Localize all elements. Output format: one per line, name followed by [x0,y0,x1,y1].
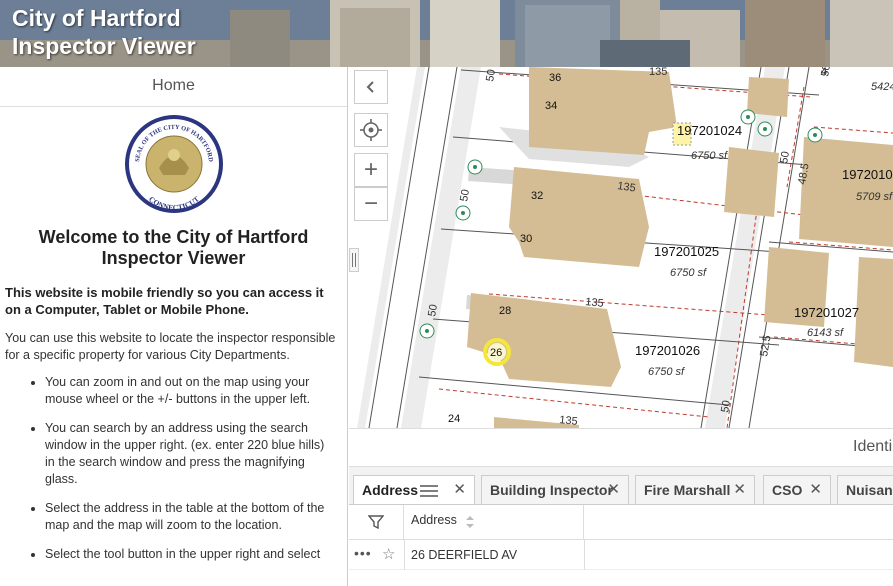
welcome-heading: Welcome to the City of Hartford Inspecto… [10,227,337,269]
house-number-label: 24 [448,413,460,425]
dimension-label: 135 [649,67,667,78]
parcel-area-label: 6750 sf [691,150,728,162]
city-seal-logo: SEAL OF THE CITY OF HARTFORD CONNECTICUT [124,115,223,213]
tab-label: Nuisanc [846,482,893,498]
parcel-area-label: 5709 sf [856,191,893,203]
home-tab[interactable]: Home [0,67,347,107]
house-number-label: 32 [531,190,543,202]
splitter-icon [352,253,356,267]
parcel-id-label: 1972010 [842,167,893,182]
house-number-label: 34 [545,100,557,112]
close-icon[interactable]: ✕ [607,476,620,504]
parcel-id-label: 197201027 [794,305,859,320]
parcel-id-label: 197201026 [635,343,700,358]
intro-text: You can use this website to locate the i… [5,331,336,362]
welcome-line2: Inspector Viewer [101,248,246,268]
parcel-id-label: 197201025 [654,244,719,259]
tab-label: Fire Marshall [644,482,731,498]
zoom-out-button[interactable]: − [354,187,388,221]
filter-icon [368,515,384,530]
parcel-area-label: 6750 sf [648,366,685,378]
tab-nuisance[interactable]: Nuisanc [837,475,893,504]
zoom-in-button[interactable]: + [354,153,388,187]
parcel-map[interactable]: 36 34 32 30 28 26 24 197201024 6750 sf 1… [349,67,893,428]
dimension-label: 50 [484,68,498,82]
dimension-label: 50 [819,67,833,78]
close-icon[interactable]: ✕ [733,476,746,504]
identify-label[interactable]: Identi [853,438,892,456]
app-title: City of Hartford Inspector Viewer [12,4,196,60]
address-column-header[interactable]: Address [404,505,584,540]
city-seal: SEAL OF THE CITY OF HARTFORD CONNECTICUT [0,113,347,215]
parcel-id-label: 5424 [871,81,893,93]
tab-label: Address [362,482,419,498]
tab-label: Building Inspector [490,482,613,498]
instruction-item: Select the tool button in the upper righ… [45,546,337,563]
app-title-line2: Inspector Viewer [12,33,196,59]
dimension-label: 50 [778,150,792,164]
app-title-line1: City of Hartford [12,5,181,31]
instruction-item: You can search by an address using the s… [45,420,337,488]
locate-button[interactable] [354,113,388,147]
identify-bar: Identi [349,428,893,466]
tab-cso[interactable]: CSO ✕ [763,475,831,504]
house-number-label: 36 [549,72,561,84]
panel-splitter-handle[interactable] [349,248,359,272]
mobile-friendly-text: This website is mobile friendly so you c… [5,285,324,317]
dimension-label: 135 [559,414,579,428]
dimension-label: 50 [719,399,733,413]
instruction-item: Select the address in the table at the b… [45,500,337,534]
results-table: Address ••• ☆ 26 DEERFIELD AV [349,504,893,586]
dimension-label: 52.5 [758,334,774,357]
tab-building-inspector[interactable]: Building Inspector ✕ [481,475,629,504]
tab-fire-marshall[interactable]: Fire Marshall ✕ [635,475,755,504]
filter-header-cell[interactable] [349,505,404,540]
parcel-id-label: 197201024 [677,123,742,138]
star-icon[interactable]: ☆ [382,545,395,563]
house-number-label: 28 [499,305,511,317]
tab-label: CSO [772,482,803,498]
chevron-left-icon [366,81,374,93]
row-menu-icon[interactable]: ••• [354,545,372,561]
crosshair-icon [360,119,382,141]
instruction-item: You can zoom in and out on the map using… [45,374,337,408]
dimension-label: 50 [426,303,440,317]
instructions-list: You can zoom in and out on the map using… [45,374,337,563]
address-cell: 26 DEERFIELD AV [411,548,518,562]
map-view[interactable]: 36 34 32 30 28 26 24 197201024 6750 sf 1… [349,67,893,428]
dimension-label: 135 [617,180,637,194]
parcel-area-label: 6143 sf [807,327,844,339]
close-icon[interactable]: ✕ [453,476,466,504]
dimension-label: 135 [585,296,605,310]
menu-icon[interactable] [420,484,438,498]
close-icon[interactable]: ✕ [809,476,822,504]
sidebar-panel: Home SEAL OF THE CITY OF HARTFORD CONNEC… [0,67,348,586]
house-number-label: 30 [520,233,532,245]
table-row[interactable]: ••• ☆ 26 DEERFIELD AV [349,540,893,570]
app-header: City of Hartford Inspector Viewer [0,0,893,67]
collapse-panel-button[interactable] [354,70,388,104]
house-number-label: 26 [490,347,502,359]
dimension-label: 50 [458,188,472,202]
tab-address[interactable]: Address ✕ [353,475,475,504]
sort-icon [466,516,474,528]
parcel-area-label: 6750 sf [670,267,707,279]
column-header-label: Address [411,513,457,527]
empty-header-cell [584,505,893,540]
welcome-line1: Welcome to the City of Hartford [38,227,309,247]
results-tabbar: Address ✕ Building Inspector ✕ Fire Mars… [349,466,893,504]
